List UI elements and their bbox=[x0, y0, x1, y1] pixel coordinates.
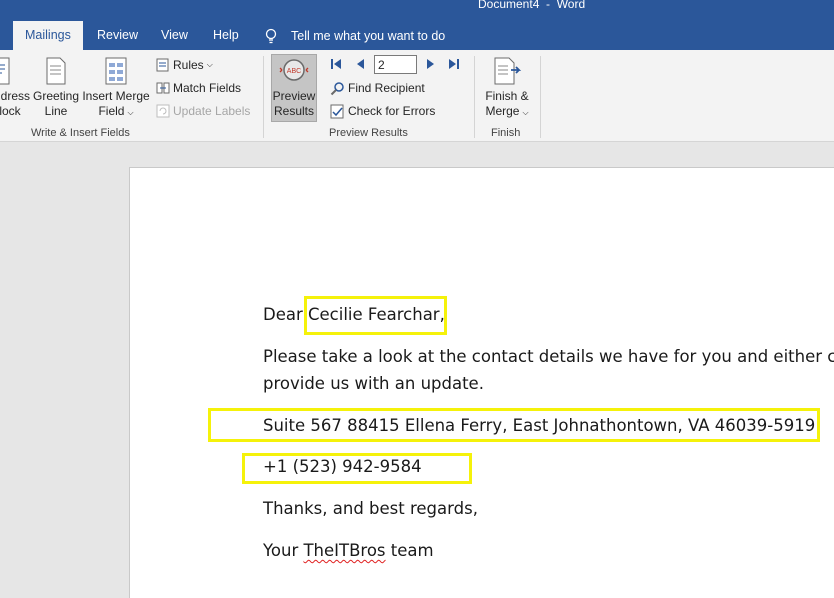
check-errors-icon bbox=[330, 104, 344, 118]
tab-help[interactable]: Help bbox=[207, 22, 245, 50]
next-record-icon[interactable] bbox=[425, 58, 437, 70]
check-for-errors-button[interactable]: Check for Errors bbox=[330, 102, 435, 120]
address-block-button[interactable]: ddress lock bbox=[0, 56, 31, 119]
first-record-icon[interactable] bbox=[330, 58, 342, 70]
body-line-1: Please take a look at the contact detail… bbox=[263, 347, 834, 366]
group-separator bbox=[263, 56, 264, 138]
body-line-2: provide us with an update. bbox=[263, 374, 484, 393]
write-insert-group-label: Write & Insert Fields bbox=[31, 127, 130, 139]
match-fields-label: Match Fields bbox=[173, 81, 242, 95]
preview-results-label-1: Preview bbox=[272, 89, 316, 103]
finish-merge-icon bbox=[494, 57, 522, 85]
greeting-line-icon bbox=[46, 57, 66, 85]
window-title: Document4 - Word bbox=[478, 0, 586, 11]
tab-review[interactable]: Review bbox=[91, 22, 144, 50]
chevron-down-icon: ⌵ bbox=[522, 108, 529, 117]
tell-me-box[interactable]: Tell me what you want to do bbox=[265, 22, 445, 50]
signature-brand: TheITBros bbox=[303, 541, 386, 560]
tell-me-label: Tell me what you want to do bbox=[291, 29, 446, 43]
closing-line: Thanks, and best regards, bbox=[263, 499, 478, 518]
record-number-input[interactable] bbox=[374, 55, 417, 74]
rules-label: Rules bbox=[173, 58, 204, 72]
group-separator bbox=[540, 56, 541, 138]
preview-results-icon: ABC bbox=[279, 59, 309, 81]
tab-mailings[interactable]: Mailings bbox=[13, 21, 83, 51]
highlight-box-phone bbox=[242, 453, 472, 484]
greeting-line-button[interactable]: Greeting Line bbox=[32, 56, 80, 119]
finish-group-label: Finish bbox=[491, 127, 521, 139]
lightbulb-icon bbox=[265, 28, 277, 44]
finish-merge-label-1: Finish & bbox=[485, 89, 529, 103]
greeting-line-label-2: Line bbox=[44, 104, 68, 118]
finish-merge-button[interactable]: Finish & Merge ⌵ bbox=[480, 56, 534, 120]
preview-results-group-label: Preview Results bbox=[329, 127, 408, 139]
address-block-icon bbox=[0, 57, 10, 85]
chevron-down-icon: ⌵ bbox=[127, 108, 134, 117]
match-fields-icon bbox=[156, 82, 170, 94]
svg-text:ABC: ABC bbox=[287, 68, 301, 75]
address-block-label-1: ddress bbox=[0, 89, 31, 103]
greeting-line-label-1: Greeting bbox=[32, 89, 80, 103]
preview-results-label-2: Results bbox=[273, 104, 314, 118]
insert-merge-field-button[interactable]: Insert Merge Field ⌵ bbox=[82, 56, 150, 120]
rules-button[interactable]: Rules ⌵ bbox=[156, 56, 213, 74]
find-recipient-label: Find Recipient bbox=[348, 81, 425, 95]
title-bar: Document4 - Word Mailings Review View He… bbox=[0, 0, 834, 51]
update-labels-icon bbox=[156, 104, 170, 118]
preview-results-content: ABC Preview Results bbox=[271, 56, 317, 119]
check-for-errors-label: Check for Errors bbox=[348, 104, 436, 118]
insert-merge-field-icon bbox=[105, 57, 127, 85]
magnifier-icon bbox=[330, 81, 344, 95]
chevron-down-icon: ⌵ bbox=[206, 60, 213, 69]
highlight-box-address bbox=[208, 408, 820, 442]
find-recipient-button[interactable]: Find Recipient bbox=[330, 79, 425, 97]
last-record-icon[interactable] bbox=[448, 58, 460, 70]
signature-suffix: team bbox=[385, 541, 434, 560]
address-block-label-2: lock bbox=[0, 104, 21, 118]
previous-record-icon[interactable] bbox=[354, 58, 366, 70]
highlight-box-name bbox=[304, 296, 447, 335]
tab-view[interactable]: View bbox=[155, 22, 194, 50]
signature-prefix: Your bbox=[263, 541, 304, 560]
group-separator bbox=[474, 56, 475, 138]
finish-merge-label-2: Merge bbox=[485, 104, 520, 118]
salutation-prefix: Dear bbox=[263, 305, 308, 324]
update-labels-button[interactable]: Update Labels bbox=[156, 102, 250, 120]
insert-merge-field-label-1: Insert Merge bbox=[82, 89, 150, 103]
match-fields-button[interactable]: Match Fields bbox=[156, 79, 241, 97]
signature-line: Your TheITBros team bbox=[263, 537, 434, 564]
rules-icon bbox=[156, 58, 169, 72]
update-labels-label: Update Labels bbox=[173, 104, 251, 118]
insert-merge-field-label-2: Field bbox=[98, 104, 125, 118]
